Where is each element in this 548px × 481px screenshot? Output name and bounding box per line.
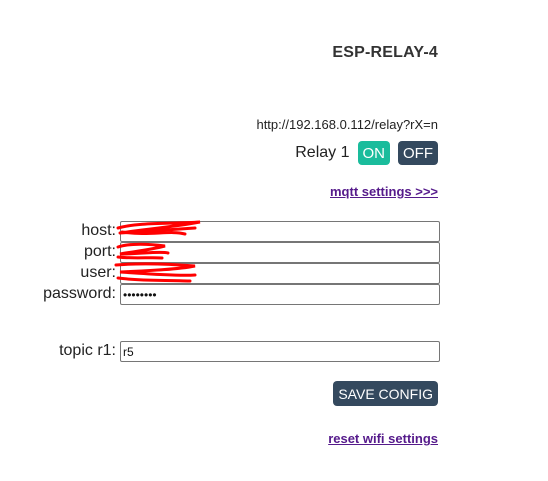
- relay-off-button[interactable]: OFF: [398, 141, 438, 165]
- user-input[interactable]: [120, 263, 440, 284]
- page: ESP-RELAY-4 http://192.168.0.112/relay?r…: [0, 0, 548, 481]
- password-input[interactable]: [120, 284, 440, 305]
- relay-label: Relay 1: [295, 144, 350, 161]
- port-input[interactable]: [120, 242, 440, 263]
- host-row: host:: [0, 221, 548, 242]
- host-input[interactable]: [120, 221, 440, 242]
- password-label: password:: [43, 285, 116, 302]
- mqtt-settings-link[interactable]: mqtt settings >>>: [330, 184, 438, 199]
- host-label: host:: [81, 222, 116, 239]
- topic-label: topic r1:: [59, 342, 116, 359]
- page-title: ESP-RELAY-4: [332, 44, 438, 61]
- port-row: port:: [0, 242, 548, 263]
- relay-control-row: Relay 1 ON OFF: [295, 141, 438, 165]
- port-label: port:: [83, 243, 116, 260]
- user-row: user:: [0, 263, 548, 284]
- reset-wifi-link[interactable]: reset wifi settings: [328, 431, 438, 446]
- relay-on-button[interactable]: ON: [357, 141, 390, 165]
- user-label: user:: [80, 264, 116, 281]
- relay-url-hint: http://192.168.0.112/relay?rX=n: [256, 117, 438, 132]
- password-row: password:: [0, 284, 548, 305]
- topic-row: topic r1:: [0, 341, 548, 362]
- topic-input[interactable]: [120, 341, 440, 362]
- save-config-button[interactable]: SAVE CONFIG: [333, 381, 438, 406]
